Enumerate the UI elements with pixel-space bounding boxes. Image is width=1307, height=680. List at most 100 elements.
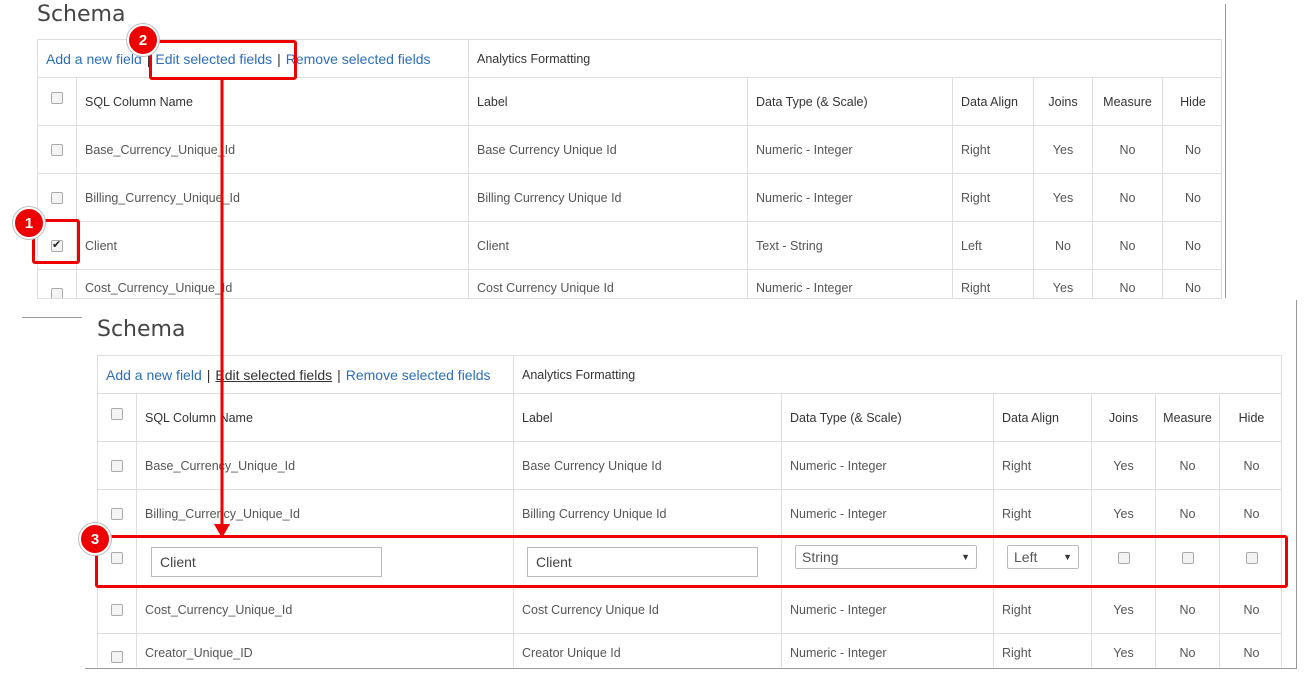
col-sql: SQL Column Name bbox=[76, 78, 468, 126]
label-cell: Billing Currency Unique Id bbox=[513, 490, 781, 538]
select-all-checkbox[interactable] bbox=[111, 408, 123, 420]
row-checkbox[interactable] bbox=[111, 651, 123, 663]
hide-cell: No bbox=[1219, 586, 1281, 634]
col-label: Label bbox=[468, 78, 747, 126]
type-cell: Numeric - Integer bbox=[747, 126, 952, 174]
col-hide: Hide bbox=[1219, 394, 1281, 442]
table-row: Cost_Currency_Unique_Id Cost Currency Un… bbox=[98, 585, 1281, 634]
col-joins: Joins bbox=[1091, 394, 1155, 442]
row-select-cell bbox=[38, 270, 76, 298]
measure-cell: No bbox=[1155, 442, 1219, 490]
hide-cell: No bbox=[1219, 442, 1281, 490]
bottom-schema-panel: Schema Add a new field | Edit selected f… bbox=[85, 300, 1297, 669]
table-row: Client Client Text - String Left No No N… bbox=[38, 221, 1221, 270]
row-checkbox[interactable] bbox=[111, 604, 123, 616]
header-row: SQL Column Name Label Data Type (& Scale… bbox=[38, 77, 1221, 126]
sql-cell: Cost_Currency_Unique_Id bbox=[76, 270, 468, 298]
annotation-box-step2 bbox=[149, 40, 297, 80]
row-checkbox[interactable] bbox=[111, 460, 123, 472]
hide-cell: No bbox=[1162, 270, 1221, 298]
sql-cell: Billing_Currency_Unique_Id bbox=[76, 174, 468, 222]
toolbar-actions: Add a new field | Edit selected fields |… bbox=[98, 356, 513, 393]
annotation-badge-step1: 1 bbox=[13, 207, 45, 239]
measure-cell: No bbox=[1092, 270, 1162, 298]
panel-border bbox=[22, 317, 82, 318]
col-measure: Measure bbox=[1092, 78, 1162, 126]
select-all-cell bbox=[38, 78, 76, 126]
sql-cell: Client bbox=[76, 222, 468, 270]
row-select-cell bbox=[38, 174, 76, 222]
col-joins: Joins bbox=[1033, 78, 1092, 126]
col-measure: Measure bbox=[1155, 394, 1219, 442]
row-checkbox[interactable] bbox=[51, 192, 63, 204]
annotation-box-step3 bbox=[95, 535, 1288, 588]
col-hide: Hide bbox=[1162, 78, 1221, 126]
toolbar-row: Add a new field | Edit selected fields |… bbox=[98, 356, 1281, 393]
type-cell: Numeric - Integer bbox=[781, 490, 993, 538]
sql-cell: Base_Currency_Unique_Id bbox=[136, 442, 513, 490]
joins-cell: Yes bbox=[1091, 634, 1155, 667]
remove-selected-link[interactable]: Remove selected fields bbox=[346, 367, 491, 383]
label-cell: Client bbox=[468, 222, 747, 270]
col-type: Data Type (& Scale) bbox=[747, 78, 952, 126]
table-row: Cost_Currency_Unique_Id Cost Currency Un… bbox=[38, 269, 1221, 298]
col-label: Label bbox=[513, 394, 781, 442]
align-cell: Right bbox=[952, 270, 1033, 298]
label-cell: Base Currency Unique Id bbox=[513, 442, 781, 490]
measure-cell: No bbox=[1092, 222, 1162, 270]
page-title: Schema bbox=[97, 317, 186, 342]
row-select-cell bbox=[98, 634, 136, 667]
col-align: Data Align bbox=[993, 394, 1091, 442]
hide-cell: No bbox=[1162, 222, 1221, 270]
joins-cell: Yes bbox=[1091, 586, 1155, 634]
sql-cell: Cost_Currency_Unique_Id bbox=[136, 586, 513, 634]
measure-cell: No bbox=[1155, 490, 1219, 538]
joins-cell: Yes bbox=[1091, 442, 1155, 490]
label-cell: Cost Currency Unique Id bbox=[513, 586, 781, 634]
schema-table: Add a new field | Edit selected fields |… bbox=[97, 355, 1282, 667]
align-cell: Right bbox=[993, 634, 1091, 667]
measure-cell: No bbox=[1092, 174, 1162, 222]
separator: | bbox=[206, 366, 211, 383]
edit-selected-link[interactable]: Edit selected fields bbox=[215, 367, 332, 383]
col-type: Data Type (& Scale) bbox=[781, 394, 993, 442]
header-row: SQL Column Name Label Data Type (& Scale… bbox=[98, 393, 1281, 442]
annotation-badge-step2: 2 bbox=[127, 24, 159, 56]
row-checkbox[interactable] bbox=[51, 288, 63, 298]
separator: | bbox=[337, 366, 341, 383]
align-cell: Right bbox=[993, 490, 1091, 538]
align-cell: Left bbox=[952, 222, 1033, 270]
row-checkbox[interactable] bbox=[51, 144, 63, 156]
joins-cell: Yes bbox=[1033, 270, 1092, 298]
remove-selected-link[interactable]: Remove selected fields bbox=[286, 51, 431, 67]
analytics-formatting-label: Analytics Formatting bbox=[468, 40, 1221, 77]
measure-cell: No bbox=[1155, 586, 1219, 634]
sql-cell: Base_Currency_Unique_Id bbox=[76, 126, 468, 174]
align-cell: Right bbox=[952, 174, 1033, 222]
select-all-cell bbox=[98, 394, 136, 442]
sql-cell: Creator_Unique_ID bbox=[136, 634, 513, 667]
align-cell: Right bbox=[952, 126, 1033, 174]
type-cell: Numeric - Integer bbox=[747, 174, 952, 222]
table-row: Base_Currency_Unique_Id Base Currency Un… bbox=[98, 441, 1281, 490]
add-field-link[interactable]: Add a new field bbox=[106, 367, 202, 383]
joins-cell: Yes bbox=[1091, 490, 1155, 538]
measure-cell: No bbox=[1155, 634, 1219, 667]
row-select-cell bbox=[38, 126, 76, 174]
table-row: Billing_Currency_Unique_Id Billing Curre… bbox=[38, 173, 1221, 222]
col-sql: SQL Column Name bbox=[136, 394, 513, 442]
row-checkbox[interactable] bbox=[111, 508, 123, 520]
row-select-cell bbox=[98, 442, 136, 490]
select-all-checkbox[interactable] bbox=[51, 92, 63, 104]
hide-cell: No bbox=[1162, 126, 1221, 174]
row-select-cell bbox=[98, 586, 136, 634]
type-cell: Numeric - Integer bbox=[781, 634, 993, 667]
table-row: Base_Currency_Unique_Id Base Currency Un… bbox=[38, 125, 1221, 174]
label-cell: Base Currency Unique Id bbox=[468, 126, 747, 174]
hide-cell: No bbox=[1219, 490, 1281, 538]
joins-cell: Yes bbox=[1033, 126, 1092, 174]
joins-cell: Yes bbox=[1033, 174, 1092, 222]
align-cell: Right bbox=[993, 586, 1091, 634]
page-title: Schema bbox=[37, 2, 126, 27]
add-field-link[interactable]: Add a new field bbox=[46, 51, 142, 67]
